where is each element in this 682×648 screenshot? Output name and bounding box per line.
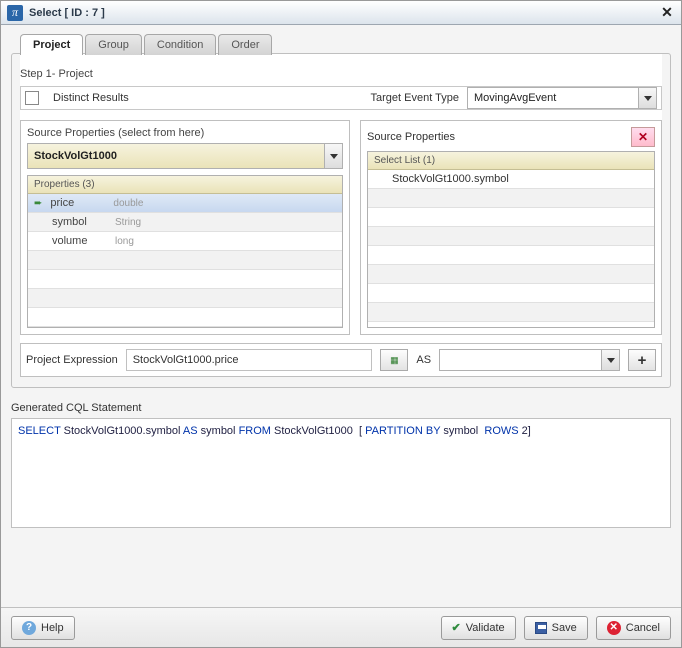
select-list-title-row: Source Properties ✕ [367,127,655,147]
generated-cql-section: Generated CQL Statement SELECT StockVolG… [11,402,671,528]
arrow-right-icon: ➨ [34,198,42,209]
pi-icon: π [7,5,23,21]
validate-button[interactable]: ✔ Validate [441,616,516,640]
property-row[interactable]: symbol String [28,213,342,232]
source-select[interactable]: StockVolGt1000 [27,143,343,169]
empty-row [368,246,654,265]
distinct-checkbox[interactable] [25,91,39,105]
target-event-select[interactable]: MovingAvgEvent [467,87,657,109]
project-expression-input[interactable]: StockVolGt1000.price [126,349,373,371]
generated-cql-label: Generated CQL Statement [11,402,671,414]
dialog-title: Select [ ID : 7 ] [29,7,653,19]
tab-group[interactable]: Group [85,34,142,55]
cql-keyword: PARTITION BY [365,425,440,437]
cql-keyword: ROWS [484,425,518,437]
tab-condition[interactable]: Condition [144,34,216,55]
check-icon: ✔ [452,621,461,634]
as-select[interactable] [439,349,620,371]
titlebar: π Select [ ID : 7 ] ✕ [1,1,681,25]
property-type: double [113,198,143,209]
help-button[interactable]: ? Help [11,616,75,640]
x-icon: ✕ [638,130,648,144]
empty-row [368,227,654,246]
dialog: π Select [ ID : 7 ] ✕ Project Group Cond… [0,0,682,648]
properties-header: Properties (3) [28,176,342,194]
source-props-title: Source Properties (select from here) [27,127,343,139]
validate-label: Validate [466,622,505,634]
empty-row [368,208,654,227]
chevron-down-icon[interactable] [324,144,342,168]
cancel-label: Cancel [626,622,660,634]
property-type: String [115,217,141,228]
property-name: price [50,197,105,209]
select-list-header: Select List (1) [368,152,654,170]
empty-row [28,270,342,289]
properties-rows: ➨ price double symbol String [28,194,342,327]
as-label: AS [416,354,431,366]
select-list-rows: StockVolGt1000.symbol [368,170,654,322]
add-button[interactable]: + [628,349,656,371]
panels: Source Properties (select from here) Sto… [20,120,662,335]
cql-text: StockVolGt1000.symbol [64,425,181,437]
chevron-down-icon[interactable] [601,350,619,370]
save-label: Save [552,622,577,634]
project-expression-row: Project Expression StockVolGt1000.price … [20,343,662,377]
tabs: Project Group Condition Order [20,34,274,55]
properties-grid: Properties (3) ➨ price double symbol [27,175,343,328]
empty-row [368,284,654,303]
source-select-value: StockVolGt1000 [28,150,324,162]
tab-order[interactable]: Order [218,34,272,55]
select-list-value: StockVolGt1000.symbol [374,173,509,185]
cancel-button[interactable]: ✕ Cancel [596,616,671,640]
select-list-grid: Select List (1) StockVolGt1000.symbol [367,151,655,328]
generated-cql-box: SELECT StockVolGt1000.symbol AS symbol F… [11,418,671,528]
close-icon[interactable]: ✕ [659,5,675,21]
cql-keyword: FROM [239,425,271,437]
cancel-icon: ✕ [607,621,621,635]
empty-row [28,251,342,270]
select-list-panel: Source Properties ✕ Select List (1) Stoc… [360,120,662,335]
project-expression-value: StockVolGt1000.price [133,354,239,366]
select-list-item[interactable]: StockVolGt1000.symbol [368,170,654,189]
empty-row [368,265,654,284]
content: Project Group Condition Order Step 1- Pr… [1,25,681,607]
distinct-row: Distinct Results Target Event Type Movin… [20,86,662,110]
cql-keyword: AS [183,425,198,437]
cql-text: [ [359,425,362,437]
step-label: Step 1- Project [20,68,662,80]
distinct-label: Distinct Results [53,92,129,104]
chevron-down-icon[interactable] [638,88,656,108]
tab-body: Step 1- Project Distinct Results Target … [20,54,662,377]
cql-keyword: SELECT [18,425,61,437]
empty-row [28,289,342,308]
save-button[interactable]: Save [524,616,588,640]
table-icon: ▦ [390,355,399,366]
help-label: Help [41,622,64,634]
target-event-value: MovingAvgEvent [468,92,638,104]
plus-icon: + [638,352,647,369]
project-expression-label: Project Expression [26,354,118,366]
select-list-title: Source Properties [367,131,455,143]
property-name: volume [52,235,107,247]
property-type: long [115,236,134,247]
footer: ? Help ✔ Validate Save ✕ Cancel [1,607,681,647]
empty-row [28,308,342,327]
tab-project[interactable]: Project [20,34,83,55]
delete-button[interactable]: ✕ [631,127,655,147]
cql-text: ] [528,425,531,437]
source-props-panel: Source Properties (select from here) Sto… [20,120,350,335]
cql-text: StockVolGt1000 [274,425,353,437]
cql-text: symbol [443,425,478,437]
target-event-label: Target Event Type [371,92,459,104]
disk-icon [535,622,547,634]
tabs-container: Project Group Condition Order Step 1- Pr… [11,53,671,388]
empty-row [368,303,654,322]
cql-text: symbol [201,425,236,437]
property-row[interactable]: ➨ price double [28,194,342,213]
property-row[interactable]: volume long [28,232,342,251]
help-icon: ? [22,621,36,635]
expression-builder-button[interactable]: ▦ [380,349,408,371]
property-name: symbol [52,216,107,228]
empty-row [368,189,654,208]
